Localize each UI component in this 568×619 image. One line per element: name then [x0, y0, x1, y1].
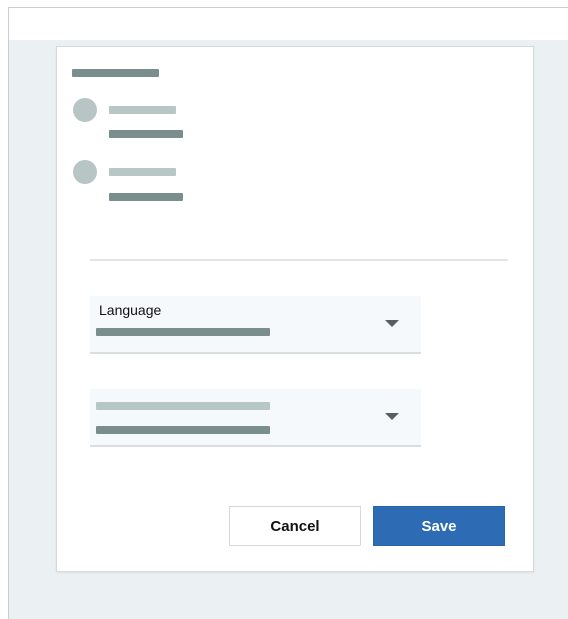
- dialog-title-placeholder: [72, 69, 159, 77]
- language-select-label: Language: [99, 302, 162, 318]
- secondary-select-label-placeholder: [96, 402, 270, 410]
- list-item-primary-placeholder: [109, 168, 176, 176]
- list-item-secondary-placeholder: [109, 130, 183, 138]
- language-select-value-placeholder: [96, 328, 270, 336]
- secondary-select[interactable]: [90, 389, 421, 447]
- cancel-button[interactable]: Cancel: [229, 506, 361, 546]
- list-item-primary-placeholder: [109, 106, 176, 114]
- chevron-down-icon: [385, 320, 399, 327]
- language-select[interactable]: Language: [90, 296, 421, 354]
- chevron-down-icon: [385, 413, 399, 420]
- secondary-select-value-placeholder: [96, 426, 270, 434]
- avatar: [73, 160, 97, 184]
- avatar: [73, 98, 97, 122]
- save-button[interactable]: Save: [373, 506, 505, 546]
- section-divider: [90, 259, 508, 261]
- list-item-secondary-placeholder: [109, 193, 183, 201]
